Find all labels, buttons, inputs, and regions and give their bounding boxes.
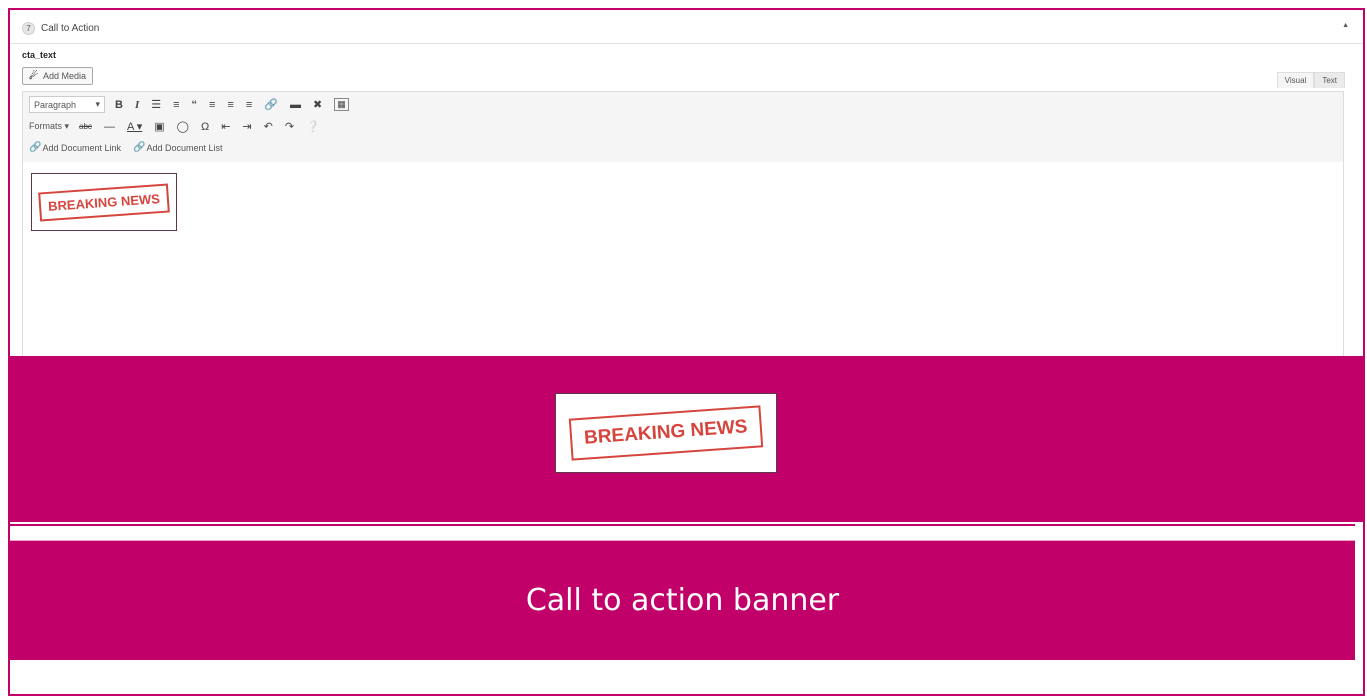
fullscreen-icon[interactable]: ✖	[313, 98, 322, 111]
stamp-text: BREAKING NEWS	[38, 183, 170, 221]
add-media-button[interactable]: ☄ Add Media	[22, 67, 93, 85]
help-icon[interactable]: ❔	[306, 120, 320, 133]
text-color-icon[interactable]: A ▾	[127, 120, 142, 133]
toolbar-row-2: Formats ▾ abc — A ▾ ▣ ◯ Ω ⇤ ⇥ ↶ ↷ ❔	[29, 120, 332, 134]
toolbar-toggle-icon[interactable]: ▦	[334, 98, 349, 111]
special-character-icon[interactable]: Ω	[201, 121, 209, 133]
divider	[10, 524, 1355, 526]
field-label: cta_text	[22, 50, 57, 60]
tab-visual[interactable]: Visual	[1276, 72, 1315, 88]
bold-icon[interactable]: B	[115, 99, 123, 111]
italic-icon[interactable]: I	[135, 99, 139, 111]
toolbar-row-1: Paragraph ▾ B I ☰ ≡ “ ≡ ≡ ≡ 🔗 ▬ ✖ ▦	[29, 96, 361, 113]
link-icon[interactable]: 🔗	[264, 98, 278, 111]
numbered-list-icon[interactable]: ≡	[173, 99, 179, 111]
document-list-icon: 🔗	[133, 142, 146, 153]
document-link-icon: 🔗	[29, 142, 42, 153]
breaking-news-preview-image: BREAKING NEWS	[555, 393, 777, 473]
bullet-list-icon[interactable]: ☰	[151, 98, 161, 111]
align-right-icon[interactable]: ≡	[246, 99, 252, 111]
add-media-label: Add Media	[42, 71, 86, 81]
paste-text-icon[interactable]: ▣	[154, 120, 164, 133]
chevron-down-icon: ▾	[95, 99, 100, 109]
add-document-link-button[interactable]: Add Document Link	[42, 143, 121, 153]
read-more-icon[interactable]: ▬	[290, 99, 301, 111]
toolbar-row-3: 🔗 Add Document Link 🔗 Add Document List	[29, 142, 235, 153]
align-left-icon[interactable]: ≡	[209, 99, 215, 111]
add-document-list-button[interactable]: Add Document List	[146, 143, 222, 153]
editor-tabs: Visual Text	[1276, 72, 1345, 88]
panel-title: Call to Action	[41, 23, 100, 34]
redo-icon[interactable]: ↷	[285, 120, 294, 133]
breaking-news-image[interactable]: BREAKING NEWS	[31, 173, 177, 231]
media-icon: ☄	[29, 70, 38, 82]
panel-header[interactable]: 7 Call to Action ▲	[10, 14, 1363, 44]
strikethrough-icon[interactable]: abc	[79, 122, 92, 131]
format-select-value: Paragraph	[34, 99, 77, 110]
formats-menu[interactable]: Formats ▾	[29, 121, 69, 132]
panel-number-badge: 7	[22, 22, 35, 35]
outdent-icon[interactable]: ⇤	[221, 120, 230, 133]
cta-panel-frame: 7 Call to Action ▲ cta_text ☄ Add Media …	[8, 8, 1365, 696]
undo-icon[interactable]: ↶	[264, 120, 273, 133]
tab-text[interactable]: Text	[1314, 72, 1345, 88]
preview-banner: BREAKING NEWS	[10, 356, 1363, 522]
clear-formatting-icon[interactable]: ◯	[177, 120, 189, 133]
preview-stamp-text: BREAKING NEWS	[568, 405, 764, 461]
triangle-up-icon[interactable]: ▲	[1342, 22, 1349, 29]
horizontal-line-icon[interactable]: —	[104, 121, 115, 133]
cta-banner-text: Call to action banner	[525, 583, 840, 618]
align-center-icon[interactable]: ≡	[227, 99, 233, 111]
editor-toolbar: Paragraph ▾ B I ☰ ≡ “ ≡ ≡ ≡ 🔗 ▬ ✖ ▦ Form…	[22, 91, 1344, 163]
editor-content-area[interactable]: BREAKING NEWS	[22, 162, 1344, 362]
indent-icon[interactable]: ⇥	[242, 120, 251, 133]
blockquote-icon[interactable]: “	[192, 99, 198, 111]
cta-banner[interactable]: Call to action banner	[10, 540, 1355, 660]
format-select[interactable]: Paragraph ▾	[29, 96, 105, 113]
